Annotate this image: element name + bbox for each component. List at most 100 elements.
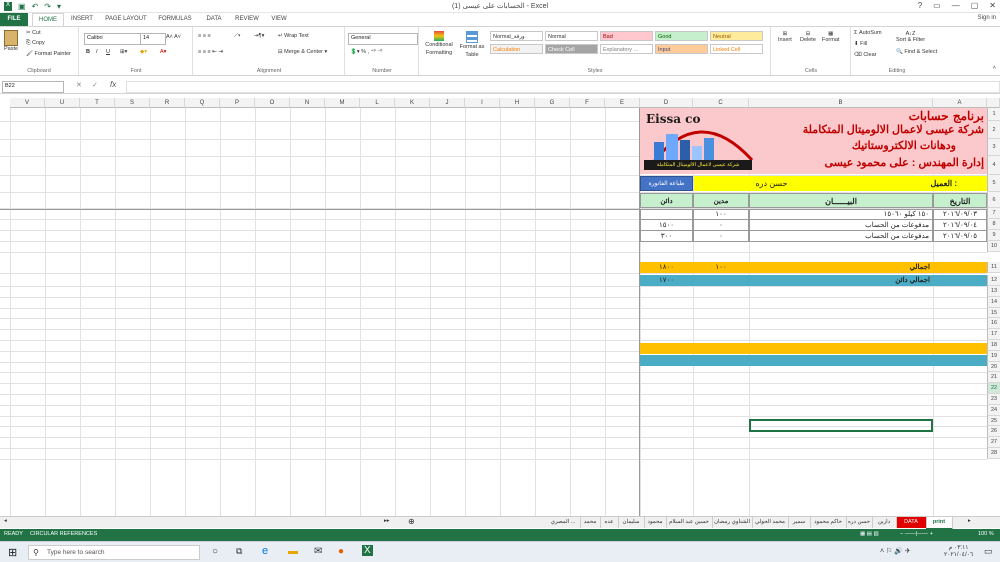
- top-align-button[interactable]: ≡ ≡ ≡: [198, 33, 211, 39]
- format-as-table-button[interactable]: Format as Table: [456, 31, 488, 59]
- row-header[interactable]: 12: [987, 275, 1000, 286]
- copy-button[interactable]: ⎘ Copy: [26, 40, 45, 47]
- column-header[interactable]: D: [640, 98, 693, 108]
- cell-style-4[interactable]: Neutral: [710, 31, 763, 41]
- clock[interactable]: ٠٣:١١ م ٢٠٢١/٠٤/٠٦: [944, 544, 973, 558]
- tab-page-layout[interactable]: PAGE LAYOUT: [102, 13, 150, 26]
- fill-button[interactable]: ⬇ Fill: [854, 41, 867, 47]
- cortana-icon[interactable]: ○: [212, 546, 218, 557]
- column-header[interactable]: B: [749, 98, 933, 108]
- collapse-ribbon-icon[interactable]: ˄: [993, 65, 996, 71]
- font-size-select[interactable]: 14: [140, 33, 166, 45]
- fill-color-button[interactable]: ◆▾: [140, 49, 147, 55]
- row-header[interactable]: 4: [987, 156, 1000, 175]
- column-header[interactable]: K: [395, 98, 430, 108]
- tab-view[interactable]: VIEW: [266, 13, 292, 26]
- format-cells-button[interactable]: ▦ Format: [822, 31, 839, 43]
- print-invoice-button[interactable]: طباعة الفاتورة: [640, 176, 693, 191]
- column-header[interactable]: I: [465, 98, 500, 108]
- column-header[interactable]: L: [360, 98, 395, 108]
- row-header[interactable]: 18: [987, 340, 1000, 351]
- maximize-button[interactable]: ▢: [971, 1, 979, 10]
- font-color-button[interactable]: A▾: [160, 49, 166, 55]
- entry-debit[interactable]: ١٠٠: [693, 209, 749, 220]
- confirm-formula-icon[interactable]: ✓: [92, 81, 98, 89]
- tab-review[interactable]: REVIEW: [232, 13, 262, 26]
- sheet-tab[interactable]: DATA: [896, 517, 927, 528]
- sheet-nav-icon[interactable]: ▸▸: [384, 518, 390, 524]
- grow-font-button[interactable]: A˄ A˅: [166, 34, 181, 40]
- sheet-tab[interactable]: المصري ...: [546, 517, 581, 528]
- borders-button[interactable]: ⊞▾: [120, 49, 127, 55]
- column-header[interactable]: T: [80, 98, 115, 108]
- column-header[interactable]: R: [150, 98, 185, 108]
- task-view-icon[interactable]: ⧉: [236, 546, 242, 557]
- find-select-button[interactable]: 🔍 Find & Select: [896, 49, 937, 55]
- sheet-tab[interactable]: سمير: [788, 517, 811, 528]
- column-header[interactable]: U: [45, 98, 80, 108]
- paste-button[interactable]: Paste: [4, 30, 18, 52]
- orientation-button[interactable]: ⟋▾: [234, 33, 241, 40]
- cut-button[interactable]: ✂ Cut: [26, 30, 41, 36]
- sort-filter-button[interactable]: A↓Z Sort & Filter: [896, 31, 925, 43]
- scroll-left-icon[interactable]: ◂: [4, 518, 7, 524]
- column-header[interactable]: V: [10, 98, 45, 108]
- cell-style-6[interactable]: Check Cell: [545, 44, 598, 54]
- row-header[interactable]: 5: [987, 175, 1000, 192]
- sheet-tab[interactable]: حاكم محمود: [810, 517, 847, 528]
- column-header[interactable]: Q: [185, 98, 220, 108]
- sheet-tab[interactable]: محمد: [580, 517, 601, 528]
- row-header[interactable]: 7: [987, 208, 1000, 219]
- select-all-corner[interactable]: [987, 98, 1000, 108]
- cell-style-1[interactable]: Normal: [545, 31, 598, 41]
- row-header[interactable]: 21: [987, 372, 1000, 384]
- row-header[interactable]: 16: [987, 318, 1000, 330]
- column-header[interactable]: S: [115, 98, 150, 108]
- row-header[interactable]: 13: [987, 286, 1000, 297]
- merge-center-button[interactable]: ⊟ Merge & Center ▾: [278, 49, 327, 55]
- clear-button[interactable]: ⌫ Clear: [854, 52, 876, 58]
- number-format-select[interactable]: General: [348, 33, 418, 45]
- entry-credit[interactable]: ٣٠٠: [640, 231, 693, 242]
- ribbon-display-button[interactable]: ▭: [933, 1, 941, 10]
- worksheet-grid[interactable]: ABCDEFGHIJKLMNOPQRSTUV 1 2 3 4 5 6 7 8 9 10 11 12 13…: [0, 95, 1000, 520]
- formula-input[interactable]: [126, 81, 1000, 93]
- row-header[interactable]: 6: [987, 192, 1000, 208]
- insert-cells-button[interactable]: ⊞ Insert: [778, 31, 792, 43]
- format-painter-button[interactable]: 🖌 Format Painter: [26, 51, 71, 57]
- close-button[interactable]: ✕: [989, 1, 996, 10]
- zoom-level[interactable]: 100 %: [978, 531, 994, 537]
- tab-data[interactable]: DATA: [200, 13, 228, 26]
- tab-file[interactable]: FILE: [0, 13, 28, 26]
- sheet-tab[interactable]: حسين عبد السلام: [666, 517, 713, 528]
- sheet-tab[interactable]: عده: [600, 517, 619, 528]
- sheet-tab[interactable]: محمود: [644, 517, 667, 528]
- cell-style-2[interactable]: Bad: [600, 31, 653, 41]
- sheet-tab[interactable]: سليمان: [618, 517, 645, 528]
- firefox-icon[interactable]: ●: [338, 546, 344, 557]
- row-header[interactable]: 1: [987, 108, 1000, 121]
- row-header[interactable]: 23: [987, 394, 1000, 405]
- row-header[interactable]: 28: [987, 448, 1000, 459]
- tab-formulas[interactable]: FORMULAS: [154, 13, 196, 26]
- column-header[interactable]: F: [570, 98, 605, 108]
- row-header[interactable]: 20: [987, 361, 1000, 373]
- cell-style-3[interactable]: Good: [655, 31, 708, 41]
- entry-credit[interactable]: [640, 209, 693, 220]
- cell-style-5[interactable]: Calculation: [490, 44, 543, 54]
- conditional-formatting-button[interactable]: Conditional Formatting: [422, 31, 456, 57]
- entry-date[interactable]: ٢٠١٦/٠٩/٠٤: [933, 220, 987, 231]
- edge-icon[interactable]: e: [262, 545, 268, 557]
- row-header[interactable]: 2: [987, 121, 1000, 139]
- view-buttons[interactable]: ▦ ▤ ▥: [860, 531, 879, 537]
- excel-taskbar-icon[interactable]: X: [362, 545, 373, 556]
- row-header[interactable]: 26: [987, 426, 1000, 438]
- insert-function-icon[interactable]: fx: [110, 80, 116, 89]
- row-header[interactable]: 8: [987, 219, 1000, 230]
- bold-button[interactable]: B: [86, 49, 90, 55]
- column-header[interactable]: N: [290, 98, 325, 108]
- row-header[interactable]: 9: [987, 230, 1000, 241]
- font-name-select[interactable]: Calibri: [84, 33, 142, 45]
- entry-debit[interactable]: ٠: [693, 231, 749, 242]
- sheet-tab[interactable]: الشناوي رمضان: [712, 517, 753, 528]
